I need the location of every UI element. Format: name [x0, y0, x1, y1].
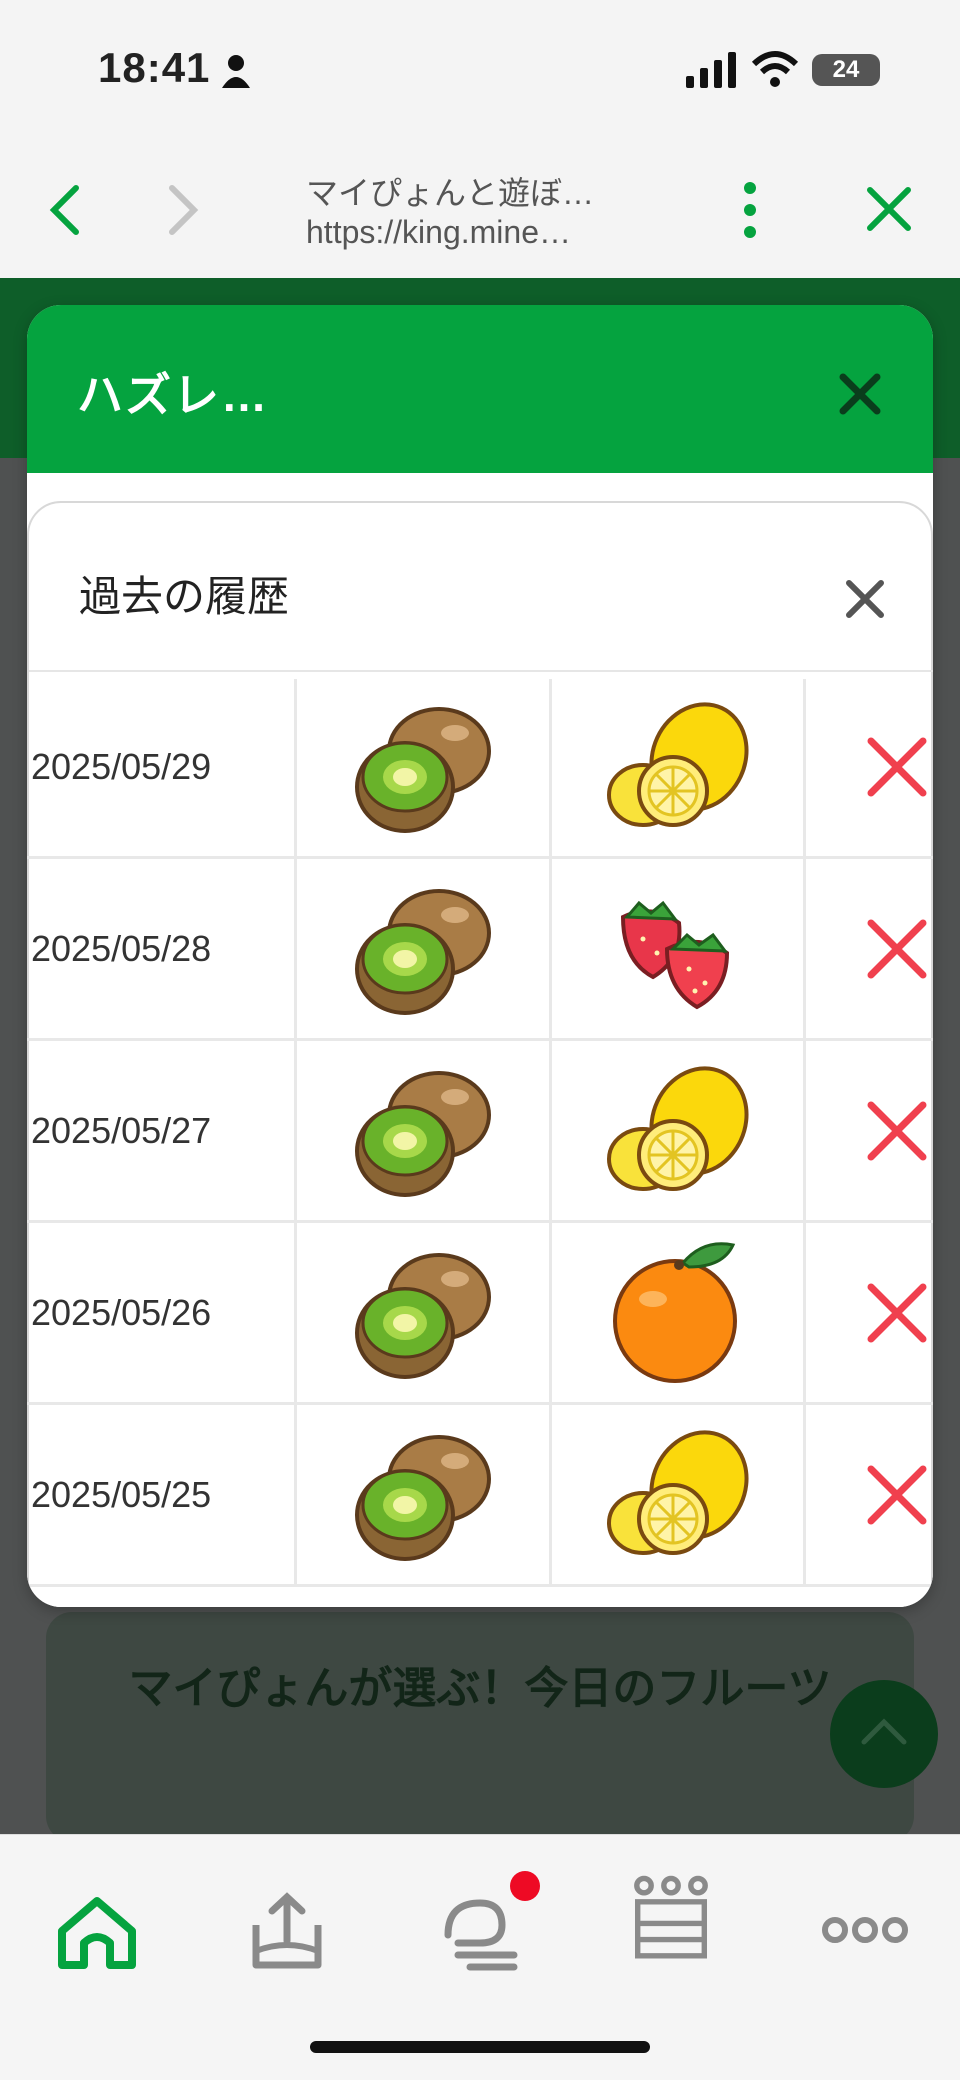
table-row: 2025/05/25	[27, 1405, 933, 1587]
scroll-top-button[interactable]	[830, 1680, 938, 1788]
more-icon[interactable]	[820, 1885, 910, 1975]
kiwi-icon	[347, 1419, 497, 1569]
notification-badge	[510, 1871, 540, 1901]
today-fruit-card	[46, 1612, 914, 1842]
history-date: 2025/05/26	[31, 1292, 212, 1333]
x-mark-icon	[865, 1463, 929, 1527]
result-modal: ハズレ… 過去の履歴 2025/05/29 2025/05/28 2025/05/2…	[27, 305, 933, 1607]
column-divider	[294, 1405, 297, 1587]
kiwi-icon	[347, 1237, 497, 1387]
divider	[29, 670, 933, 672]
column-divider	[294, 1041, 297, 1223]
lemon-icon	[603, 691, 753, 841]
x-mark-icon	[865, 917, 929, 981]
modal-header: ハズレ…	[27, 305, 933, 473]
kebab-menu-icon[interactable]	[738, 180, 762, 242]
x-mark-icon	[865, 1099, 929, 1163]
history-date: 2025/05/27	[31, 1110, 212, 1151]
status-bar: 18:41 24	[0, 0, 960, 140]
crown-icon[interactable]	[626, 1873, 716, 1963]
strawberry-icon	[603, 873, 753, 1023]
orange-icon	[603, 1237, 753, 1387]
history-date: 2025/05/29	[31, 746, 212, 787]
browser-toolbar: マイぴょんと遊ぼ… https://king.mine…	[0, 140, 960, 279]
column-divider	[803, 1041, 806, 1223]
lemon-icon	[603, 1055, 753, 1205]
close-icon[interactable]	[835, 369, 885, 419]
lemon-icon	[603, 1419, 753, 1569]
history-table: 2025/05/29 2025/05/28 2025/05/27 2025/05/26…	[27, 679, 933, 1595]
history-title: 過去の履歴	[79, 573, 290, 620]
column-divider	[803, 679, 806, 859]
column-divider	[803, 1223, 806, 1405]
table-row: 2025/05/28	[27, 859, 933, 1041]
page-title: マイぴょんと遊ぼ…	[306, 175, 595, 211]
history-date: 2025/05/28	[31, 928, 212, 969]
history-date: 2025/05/25	[31, 1474, 212, 1515]
forward-icon[interactable]	[164, 184, 204, 236]
back-icon[interactable]	[44, 184, 84, 236]
bottom-navigation	[0, 1834, 960, 2080]
table-row: 2025/05/29	[27, 679, 933, 859]
modal-title: ハズレ…	[77, 369, 269, 421]
close-history-icon[interactable]	[843, 577, 887, 621]
column-divider	[294, 679, 297, 859]
today-fruit-heading: マイぴょんが選ぶ！今日のフルーツ	[128, 1664, 832, 1713]
column-divider	[803, 1405, 806, 1587]
battery-indicator: 24	[812, 54, 880, 86]
column-divider	[549, 859, 552, 1041]
column-divider	[549, 1041, 552, 1223]
person-icon	[222, 55, 250, 88]
kiwi-icon	[347, 1055, 497, 1205]
home-indicator	[310, 2041, 650, 2053]
chevron-up-icon	[861, 1718, 907, 1745]
wifi-icon	[752, 51, 798, 87]
column-divider	[549, 1223, 552, 1405]
x-mark-icon	[865, 1281, 929, 1345]
page-url: https://king.mine…	[306, 214, 571, 250]
chat-icon[interactable]	[436, 1885, 526, 1975]
x-mark-icon	[865, 735, 929, 799]
kiwi-icon	[347, 691, 497, 841]
kiwi-icon	[347, 873, 497, 1023]
table-row: 2025/05/26	[27, 1223, 933, 1405]
table-row: 2025/05/27	[27, 1041, 933, 1223]
upload-icon[interactable]	[242, 1885, 332, 1975]
column-divider	[549, 1405, 552, 1587]
clock: 18:41	[98, 44, 211, 91]
close-browser-icon[interactable]	[864, 184, 914, 234]
column-divider	[803, 859, 806, 1041]
column-divider	[549, 679, 552, 859]
column-divider	[294, 1223, 297, 1405]
signal-icon	[686, 52, 736, 88]
home-icon[interactable]	[52, 1885, 142, 1975]
column-divider	[294, 859, 297, 1041]
